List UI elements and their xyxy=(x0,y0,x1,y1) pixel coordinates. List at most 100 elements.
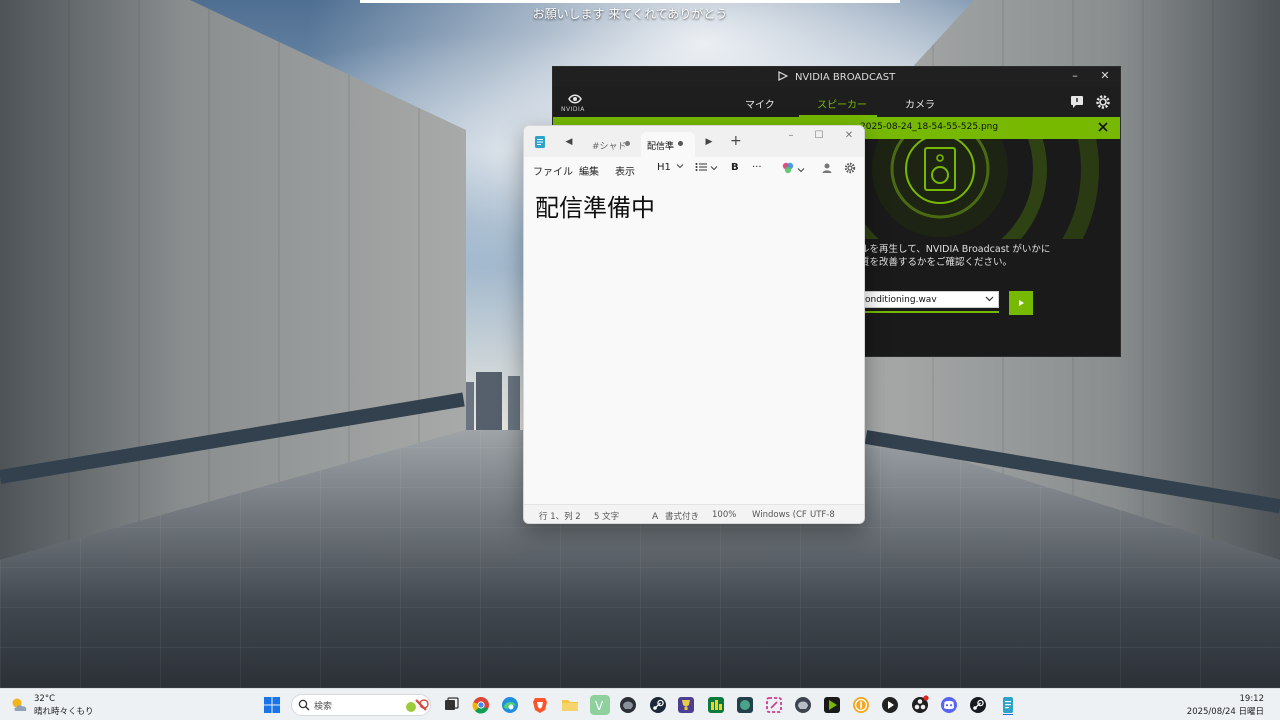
steam-icon[interactable] xyxy=(648,695,668,715)
chevron-down-icon xyxy=(985,296,994,302)
windows-start-icon[interactable] xyxy=(263,696,281,714)
bold-button[interactable]: B xyxy=(731,162,739,176)
status-position: 行 1、列 2 xyxy=(539,512,581,522)
weather-description: 晴れ時々くもり xyxy=(34,707,94,717)
copilot-button[interactable] xyxy=(782,162,805,176)
sample-file-value: onditioning.wav xyxy=(865,295,937,305)
tab-camera[interactable]: カメラ xyxy=(905,96,935,111)
notepad-maximize-button[interactable]: ☐ xyxy=(808,130,830,146)
notepad-window: ◀ #シャド 配信準 ▶ + – ☐ ✕ ファイル 編集 表示 H1 B ··· xyxy=(523,125,865,524)
nvidia-app-icon[interactable] xyxy=(822,695,842,715)
speaker-icon xyxy=(853,139,1099,239)
nv-title-text: NVIDIA BROADCAST xyxy=(794,72,896,83)
notepad-taskbar-icon[interactable] xyxy=(998,695,1018,715)
tab-scroll-right-icon[interactable]: ▶ xyxy=(702,135,716,149)
discord-icon[interactable] xyxy=(939,695,959,715)
brave-icon[interactable] xyxy=(530,695,550,715)
clock-time[interactable]: 19:12 xyxy=(1240,694,1265,704)
status-format[interactable]: 書式付き xyxy=(665,510,699,522)
nv-description-line1: ルを再生して、NVIDIA Broadcast がいかに xyxy=(860,244,1051,255)
more-options-button[interactable]: ··· xyxy=(752,162,762,176)
notepad-tab-label: 配信準 xyxy=(647,142,675,152)
status-zoom[interactable]: 100% xyxy=(712,510,736,520)
notepad-close-button[interactable]: ✕ xyxy=(838,130,860,146)
taskbar: 32°C 晴れ時々くもり 検索 V 19:12 2025/08/24 日曜日 xyxy=(0,688,1280,720)
game-app-icon[interactable] xyxy=(735,695,755,715)
account-icon[interactable] xyxy=(822,162,832,174)
copilot-icon xyxy=(782,162,794,174)
search-icon xyxy=(298,699,310,711)
heading-dropdown[interactable]: H1 xyxy=(657,162,684,176)
clock-date[interactable]: 2025/08/24 日曜日 xyxy=(1187,705,1264,717)
menu-view[interactable]: 表示 xyxy=(615,163,635,178)
new-tab-button[interactable]: + xyxy=(730,133,742,149)
list-dropdown[interactable] xyxy=(695,162,718,176)
play-sample-button[interactable] xyxy=(1009,291,1033,315)
notepad-statusbar: 行 1、列 2 5 文字 A 書式付き 100% Windows (CF UTF… xyxy=(524,504,864,523)
tab-speaker[interactable]: スピーカー xyxy=(817,96,867,111)
notepad-tabbar: ◀ #シャド 配信準 ▶ + – ☐ ✕ xyxy=(524,126,864,157)
steam-2-icon[interactable] xyxy=(968,695,988,715)
nv-nav: NVIDIA マイク スピーカー カメラ xyxy=(553,87,1120,117)
overlay-caption: お願いします 来てくれてありがとう xyxy=(532,7,728,21)
chevron-down-icon xyxy=(797,168,805,173)
coin-app-icon[interactable] xyxy=(851,695,871,715)
banner-close-icon[interactable] xyxy=(1096,120,1110,134)
status-char-count: 5 文字 xyxy=(594,512,620,522)
svg-text:V: V xyxy=(595,699,604,713)
notepad-tab-active[interactable]: 配信準 xyxy=(641,132,695,157)
heading-label: H1 xyxy=(657,162,671,173)
partly-cloudy-icon xyxy=(12,698,27,711)
tab-scroll-left-icon[interactable]: ◀ xyxy=(562,135,576,149)
helmet-game-icon[interactable] xyxy=(618,695,638,715)
settings-gear-icon[interactable] xyxy=(844,162,856,174)
helmet-game-2-icon[interactable] xyxy=(793,695,813,715)
nv-title: NVIDIA BROADCAST xyxy=(553,71,1120,83)
sample-file-select[interactable]: onditioning.wav xyxy=(860,291,999,308)
media-player-icon[interactable] xyxy=(880,695,900,715)
nv-description: ルを再生して、NVIDIA Broadcast がいかに 質を改善するかをご確認… xyxy=(860,243,1050,269)
nv-description-line2: 質を改善するかをご確認ください。 xyxy=(860,257,1013,268)
svg-text:A: A xyxy=(652,512,659,520)
notepad-menubar: ファイル 編集 表示 H1 B ··· xyxy=(524,157,864,181)
search-placeholder: 検索 xyxy=(314,702,333,712)
nv-brand-text: NVIDIA xyxy=(561,106,585,113)
notepad-minimize-button[interactable]: – xyxy=(780,130,802,146)
obs-icon[interactable] xyxy=(910,695,930,715)
status-encoding[interactable]: UTF-8 xyxy=(810,510,835,520)
trophy-app-icon[interactable] xyxy=(676,695,696,715)
task-view-icon[interactable] xyxy=(441,695,461,715)
unsaved-dot-icon xyxy=(625,141,630,146)
nv-minimize-button[interactable]: – xyxy=(1061,69,1089,85)
nv-banner-text: 2025-08-24_18-54-55-525.png xyxy=(860,122,999,132)
chrome-icon[interactable] xyxy=(471,695,491,715)
chevron-down-icon xyxy=(676,164,684,169)
format-icon: A xyxy=(652,512,659,520)
chevron-down-icon xyxy=(710,166,718,171)
green-app-icon[interactable] xyxy=(706,695,726,715)
file-explorer-icon[interactable] xyxy=(560,695,580,715)
notepad-app-icon xyxy=(535,136,545,148)
menu-edit[interactable]: 編集 xyxy=(579,163,599,178)
edge-icon[interactable] xyxy=(500,695,520,715)
nv-close-button[interactable]: ✕ xyxy=(1091,69,1119,85)
notepad-tab-label: #シャド xyxy=(592,142,627,152)
menu-file[interactable]: ファイル xyxy=(533,163,573,178)
status-line-ending[interactable]: Windows (CF xyxy=(752,510,807,520)
play-icon xyxy=(1019,300,1024,306)
tab-microphone[interactable]: マイク xyxy=(745,96,775,111)
notepad-content[interactable]: 配信準備中 xyxy=(535,188,655,223)
nv-titlebar: NVIDIA BROADCAST – ✕ xyxy=(553,67,1120,87)
snipping-tool-icon[interactable] xyxy=(764,695,784,715)
vim-app-icon[interactable]: V xyxy=(590,695,610,715)
list-icon xyxy=(695,163,707,171)
feedback-icon[interactable] xyxy=(1069,94,1085,110)
taskbar-search-box[interactable]: 検索 xyxy=(291,694,431,716)
nv-broadcast-logo-icon xyxy=(778,71,788,81)
unsaved-dot-icon xyxy=(678,141,683,146)
overlay-strip xyxy=(360,0,900,3)
search-highlight-icon xyxy=(406,699,429,712)
sample-file-underline xyxy=(860,311,999,313)
settings-gear-icon[interactable] xyxy=(1095,94,1111,110)
wallpaper-city xyxy=(464,360,524,430)
